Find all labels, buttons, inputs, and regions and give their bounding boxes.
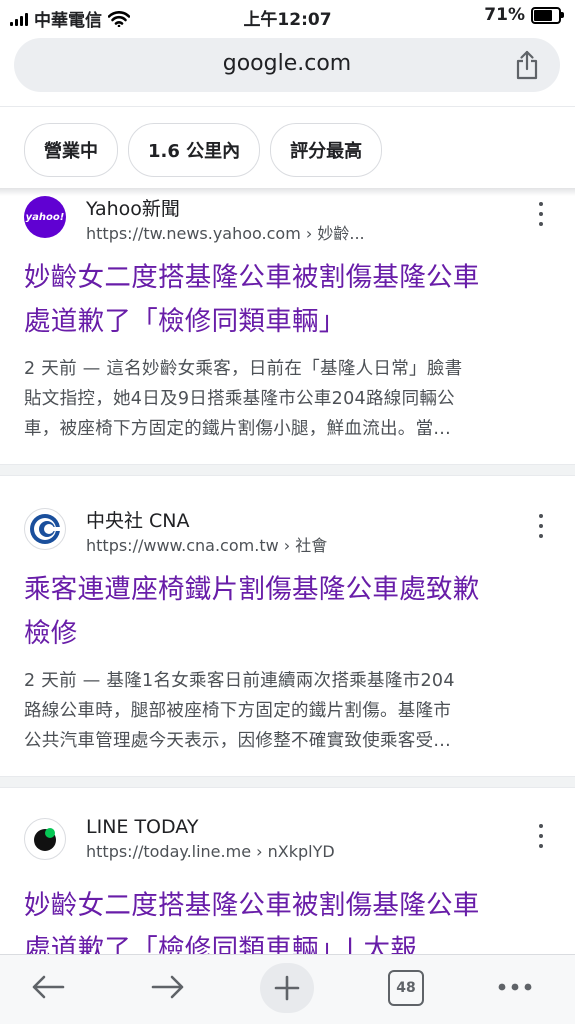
status-bar: 中華電信 上午12:07 71% (0, 0, 575, 34)
chip-top-rated[interactable]: 評分最高 (270, 123, 383, 177)
more-options-icon (498, 983, 532, 991)
snippet-line: 路線公車時，腿部被座椅下方固定的鐵片割傷。基隆市 (24, 701, 452, 721)
filter-chips: 營業中 1.6 公里內 評分最高 (24, 123, 383, 177)
forward-button[interactable] (143, 965, 193, 1009)
chip-open-now[interactable]: 營業中 (24, 123, 118, 177)
screen: 中華電信 上午12:07 71% google.com 營業中 1.6 公里內 … (0, 0, 575, 1024)
cna-favicon-icon (24, 508, 66, 550)
result-source-row[interactable]: 中央社 CNA https://www.cna.com.tw › 社會 (24, 506, 554, 555)
favicon-text: yahoo! (25, 211, 65, 223)
result-separator (0, 464, 575, 476)
title-line: 檢修 (24, 618, 78, 649)
result-url: https://today.line.me › nXkplYD (86, 842, 335, 861)
result-separator (0, 776, 575, 788)
back-button[interactable] (23, 965, 73, 1009)
more-options-icon[interactable] (536, 514, 546, 538)
new-tab-plus-icon (274, 975, 300, 1001)
result-card-cna: 中央社 CNA https://www.cna.com.tw › 社會 乘客連遭… (0, 506, 575, 776)
result-source-row[interactable]: LINE TODAY https://today.line.me › nXkpl… (24, 816, 554, 862)
more-options-icon[interactable] (536, 202, 546, 226)
more-options-icon[interactable] (536, 824, 546, 848)
forward-arrow-icon (151, 975, 184, 999)
title-line: 乘客連遭座椅鐵片割傷基隆公車處致歉 (24, 574, 480, 605)
line-today-favicon-icon (24, 818, 66, 860)
yahoo-favicon-icon: yahoo! (24, 196, 66, 238)
result-source-name: LINE TODAY (86, 816, 199, 838)
result-title-link[interactable]: 乘客連遭座椅鐵片割傷基隆公車處致歉 檢修 (24, 568, 554, 656)
result-snippet: 2 天前 — 這名妙齡女乘客，日前在「基隆人日常」臉書 貼文指控，她4日及9日搭… (24, 354, 552, 444)
snippet-line: 2 天前 — 基隆1名女乘客日前連續兩次搭乘基隆市204 (24, 671, 455, 691)
address-url[interactable]: google.com (14, 51, 560, 76)
chip-distance[interactable]: 1.6 公里內 (128, 123, 261, 177)
title-line: 處道歉了「檢修同類車輛」 (24, 306, 346, 337)
address-bar[interactable]: google.com (14, 38, 560, 92)
result-source-name: 中央社 CNA (86, 510, 190, 532)
battery-icon (531, 6, 564, 24)
cna-logo-icon (30, 514, 63, 544)
result-card-line-today: LINE TODAY https://today.line.me › nXkpl… (0, 816, 575, 965)
result-source-row[interactable]: yahoo! Yahoo新聞 https://tw.news.yahoo.com… (24, 194, 554, 243)
new-tab-button[interactable] (260, 963, 314, 1013)
snippet-line: 2 天前 — 這名妙齡女乘客，日前在「基隆人日常」臉書 (24, 359, 463, 379)
result-title-link[interactable]: 妙齡女二度搭基隆公車被割傷基隆公車 處道歉了「檢修同類車輛」 (24, 256, 554, 344)
snippet-line: 公共汽車管理處今天表示，因修整不確實致使乘客受... (24, 731, 451, 751)
back-arrow-icon (32, 975, 65, 999)
result-url: https://www.cna.com.tw › 社會 (86, 536, 328, 555)
result-url: https://tw.news.yahoo.com › 妙齡... (86, 224, 365, 243)
more-options-button[interactable] (490, 965, 540, 1009)
battery-percent: 71% (484, 5, 525, 25)
snippet-line: 貼文指控，她4日及9日搭乘基隆市公車204路線同輛公 (24, 389, 455, 409)
header-divider (0, 106, 575, 107)
result-card-yahoo: yahoo! Yahoo新聞 https://tw.news.yahoo.com… (0, 194, 575, 464)
line-today-logo-icon (34, 828, 56, 851)
result-snippet: 2 天前 — 基隆1名女乘客日前連續兩次搭乘基隆市204 路線公車時，腿部被座椅… (24, 666, 552, 756)
tab-switcher-icon[interactable]: 48 (388, 970, 424, 1006)
snippet-line: 車，被座椅下方固定的鐵片割傷小腿，鮮血流出。當... (24, 419, 451, 439)
title-line: 妙齡女二度搭基隆公車被割傷基隆公車 (24, 890, 480, 921)
share-icon[interactable] (514, 50, 540, 80)
status-right: 71% (484, 5, 564, 25)
title-line: 妙齡女二度搭基隆公車被割傷基隆公車 (24, 262, 480, 293)
bottom-toolbar: 48 (0, 954, 575, 1024)
result-source-name: Yahoo新聞 (86, 198, 180, 220)
